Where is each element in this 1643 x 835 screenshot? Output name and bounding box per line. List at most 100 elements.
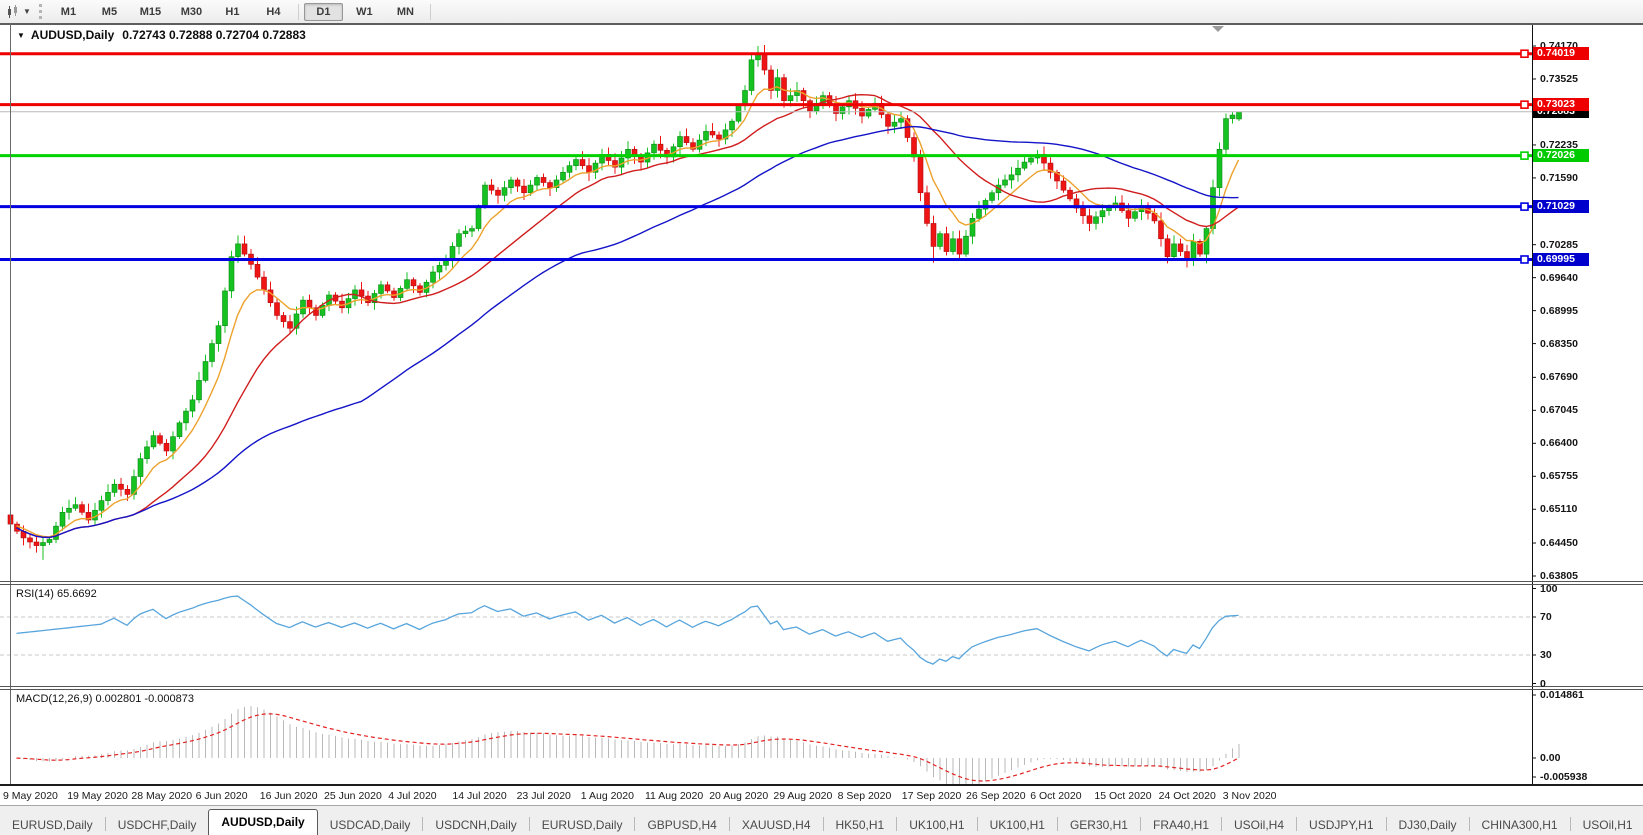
macd-axis-tick: -0.005938	[1540, 771, 1587, 783]
date-axis-label: 11 Aug 2020	[645, 790, 703, 802]
date-axis-label: 29 Aug 2020	[773, 790, 832, 802]
panel-resize-divider[interactable]	[0, 686, 1643, 687]
line-endpoint-marker	[1521, 50, 1528, 57]
rsi-axis-tick: 0	[1540, 678, 1546, 690]
date-axis-label: 23 Jul 2020	[517, 790, 571, 802]
timeframe-button-m1[interactable]: M1	[49, 3, 88, 21]
date-axis-label: 28 May 2020	[131, 790, 192, 802]
price-badge: 0.72026	[1533, 149, 1589, 162]
price-badge: 0.69995	[1533, 253, 1589, 266]
date-axis-label: 9 May 2020	[3, 790, 58, 802]
chart-tab-xauusd-h4[interactable]: XAUUSD,H4	[730, 814, 823, 835]
macd-axis-tick: 0.00	[1540, 752, 1560, 764]
timeframe-buttons: M1M5M15M30H1H4 D1W1MN	[48, 3, 426, 21]
price-axis-tick: 0.68350	[1540, 338, 1578, 350]
price-axis-tick: 0.73525	[1540, 73, 1578, 85]
date-axis-label: 24 Oct 2020	[1159, 790, 1216, 802]
timeframe-button-h4[interactable]: H4	[254, 3, 293, 21]
price-axis-tick: 0.67690	[1540, 371, 1578, 383]
price-axis-tick: 0.66400	[1540, 437, 1578, 449]
symbol-label: AUDUSD,Daily	[31, 28, 114, 42]
timeframe-button-d1[interactable]: D1	[304, 3, 343, 21]
panel-resize-divider[interactable]	[0, 584, 1643, 585]
chart-tab-eurusd-daily[interactable]: EURUSD,Daily	[0, 814, 105, 835]
window-border	[10, 23, 11, 785]
trading-terminal: ▼ M1M5M15M30H1H4 D1W1MN ▼ AUDUSD,Daily 0.72…	[0, 0, 1643, 835]
rsi-axis-tick: 30	[1540, 649, 1552, 661]
candlestick-chart-icon[interactable]	[4, 4, 22, 20]
chart-tab-audusd-daily[interactable]: AUDUSD,Daily	[208, 809, 317, 835]
one-click-trading-caret-icon[interactable]: ▼	[17, 31, 25, 40]
price-axis-tick: 0.71590	[1540, 172, 1578, 184]
macd-axis-tick: 0.014861	[1540, 689, 1584, 701]
chart-tab-bar: EURUSD,DailyUSDCHF,DailyAUDUSD,DailyUSDC…	[0, 805, 1643, 835]
timeframe-button-mn[interactable]: MN	[386, 3, 425, 21]
toolbar-separator	[298, 4, 299, 20]
date-axis-label: 4 Jul 2020	[388, 790, 436, 802]
timeframe-button-m5[interactable]: M5	[90, 3, 129, 21]
price-badge: 0.73023	[1533, 98, 1589, 111]
line-endpoint-marker	[1521, 256, 1528, 263]
toolbar-drag-handle[interactable]	[39, 4, 42, 19]
timeframe-button-m15[interactable]: M15	[131, 3, 170, 21]
rsi-pane	[0, 596, 1532, 664]
candlestick-chart-icon-glyph	[6, 5, 20, 19]
date-axis-label: 17 Sep 2020	[902, 790, 962, 802]
price-axis-tick: 0.70285	[1540, 239, 1578, 251]
toolbar-separator	[430, 4, 431, 20]
chart-tab-hk50-h1[interactable]: HK50,H1	[824, 814, 897, 835]
chart-tab-fra40-h1[interactable]: FRA40,H1	[1141, 814, 1221, 835]
line-endpoint-marker	[1521, 152, 1528, 159]
date-axis-label: 16 Jun 2020	[260, 790, 318, 802]
date-axis-label: 6 Oct 2020	[1030, 790, 1081, 802]
price-axis-tick: 0.65110	[1540, 503, 1577, 515]
rsi-line	[17, 596, 1239, 664]
ma-line-slow	[17, 127, 1239, 538]
date-axis-label: 3 Nov 2020	[1223, 790, 1277, 802]
timeframe-toolbar: ▼ M1M5M15M30H1H4 D1W1MN	[0, 0, 1643, 24]
scroll-position-marker-icon[interactable]	[1212, 26, 1224, 32]
chart-tab-usoil-h1[interactable]: USOil,H1	[1571, 814, 1643, 835]
price-axis-tick: 0.64450	[1540, 537, 1578, 549]
line-endpoint-marker	[1521, 101, 1528, 108]
chart-tab-china300-h1[interactable]: CHINA300,H1	[1470, 814, 1570, 835]
window-border	[0, 23, 1643, 25]
chart-window: ▼ AUDUSD,Daily 0.72743 0.72888 0.72704 0.7…	[0, 23, 1643, 786]
chart-tab-usdjpy-h1[interactable]: USDJPY,H1	[1297, 814, 1385, 835]
date-axis-label: 6 Jun 2020	[196, 790, 248, 802]
macd-pane	[11, 706, 1240, 786]
chart-tab-uk100-h1[interactable]: UK100,H1	[897, 814, 976, 835]
chart-tab-gbpusd-h4[interactable]: GBPUSD,H4	[635, 814, 728, 835]
price-axis-tick: 0.68995	[1540, 305, 1578, 317]
chart-canvas	[0, 23, 1643, 786]
chart-tab-ger30-h1[interactable]: GER30,H1	[1058, 814, 1140, 835]
rsi-axis-tick: 100	[1540, 583, 1558, 595]
date-axis-label: 26 Sep 2020	[966, 790, 1026, 802]
chart-tab-usdchf-daily[interactable]: USDCHF,Daily	[106, 814, 209, 835]
window-border	[0, 784, 1643, 786]
timeframe-button-h1[interactable]: H1	[213, 3, 252, 21]
ohlc-values: 0.72743 0.72888 0.72704 0.72883	[122, 28, 306, 42]
panel-resize-divider[interactable]	[0, 581, 1643, 582]
date-axis-label: 8 Sep 2020	[838, 790, 892, 802]
panel-resize-divider[interactable]	[0, 689, 1643, 690]
chart-tab-uk100-h1[interactable]: UK100,H1	[978, 814, 1057, 835]
main-price-pane	[0, 45, 1532, 560]
price-axis-tick: 0.67045	[1540, 404, 1578, 416]
chart-title: ▼ AUDUSD,Daily 0.72743 0.72888 0.72704 0.7…	[17, 28, 306, 42]
price-badge: 0.74019	[1533, 47, 1589, 60]
chevron-down-icon[interactable]: ▼	[23, 7, 31, 16]
chart-tab-eurusd-daily[interactable]: EURUSD,Daily	[530, 814, 635, 835]
chart-tab-usoil-h4[interactable]: USOil,H4	[1222, 814, 1296, 835]
date-axis-label: 19 May 2020	[67, 790, 128, 802]
date-axis-label: 14 Jul 2020	[452, 790, 506, 802]
chart-tab-usdcad-daily[interactable]: USDCAD,Daily	[318, 814, 423, 835]
chart-tab-usdcnh-daily[interactable]: USDCNH,Daily	[423, 814, 528, 835]
macd-indicator-label: MACD(12,26,9) 0.002801 -0.000873	[16, 693, 194, 705]
timeframe-button-w1[interactable]: W1	[345, 3, 384, 21]
rsi-indicator-label: RSI(14) 65.6692	[16, 588, 97, 600]
price-axis-tick: 0.65755	[1540, 470, 1578, 482]
chart-tab-dj30-daily[interactable]: DJ30,Daily	[1387, 814, 1469, 835]
timeframe-button-m30[interactable]: M30	[172, 3, 211, 21]
date-axis-label: 25 Jun 2020	[324, 790, 382, 802]
